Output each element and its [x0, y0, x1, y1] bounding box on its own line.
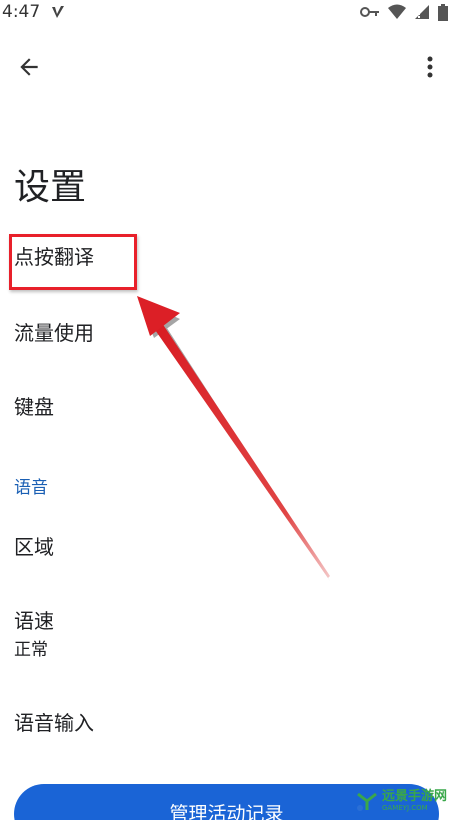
setting-value: 正常	[14, 640, 48, 660]
watermark-text: 远景手游网 GAMEYJ.COM	[382, 790, 447, 812]
status-bar: 4:47	[0, 0, 458, 24]
setting-label: 语音输入	[14, 711, 94, 735]
wifi-icon	[388, 4, 406, 20]
watermark-logo-icon	[357, 792, 377, 811]
watermark-sub-text: GAMEYJ.COM	[382, 804, 428, 812]
key-icon	[360, 6, 380, 18]
setting-keyboard[interactable]: 键盘	[14, 394, 54, 420]
watermark-main-text: 远景手游网	[382, 789, 448, 804]
setting-label: 语速	[14, 609, 54, 633]
page-title: 设置	[14, 167, 87, 208]
signal-icon	[414, 4, 430, 20]
section-header-voice: 语音	[14, 478, 48, 498]
setting-label: 键盘	[14, 395, 54, 419]
more-vertical-icon	[427, 56, 433, 78]
manage-activity-label: 管理活动记录	[169, 803, 284, 820]
settings-screen: 4:47 设置 点按翻译 流量使用 键盘 语音 区域 语速 正常 语音输入 管理…	[0, 0, 458, 820]
setting-data-usage[interactable]: 流量使用	[14, 320, 94, 346]
app-v-icon	[50, 4, 66, 20]
watermark: 远景手游网 GAMEYJ.COM	[356, 784, 454, 818]
annotation-highlight-box	[9, 234, 137, 290]
setting-region[interactable]: 区域	[14, 534, 54, 560]
status-right	[360, 3, 448, 21]
status-left: 4:47	[2, 2, 66, 22]
setting-speech-rate[interactable]: 语速 正常	[14, 608, 54, 662]
status-time: 4:47	[2, 2, 41, 22]
back-button[interactable]	[14, 52, 44, 82]
annotation-arrow-icon	[137, 296, 330, 581]
setting-label: 区域	[14, 535, 54, 559]
setting-label: 流量使用	[14, 321, 94, 345]
setting-voice-input[interactable]: 语音输入	[14, 710, 94, 736]
arrow-left-icon	[20, 58, 38, 76]
more-options-button[interactable]	[418, 52, 442, 82]
app-bar	[0, 44, 458, 88]
battery-icon	[438, 3, 448, 21]
